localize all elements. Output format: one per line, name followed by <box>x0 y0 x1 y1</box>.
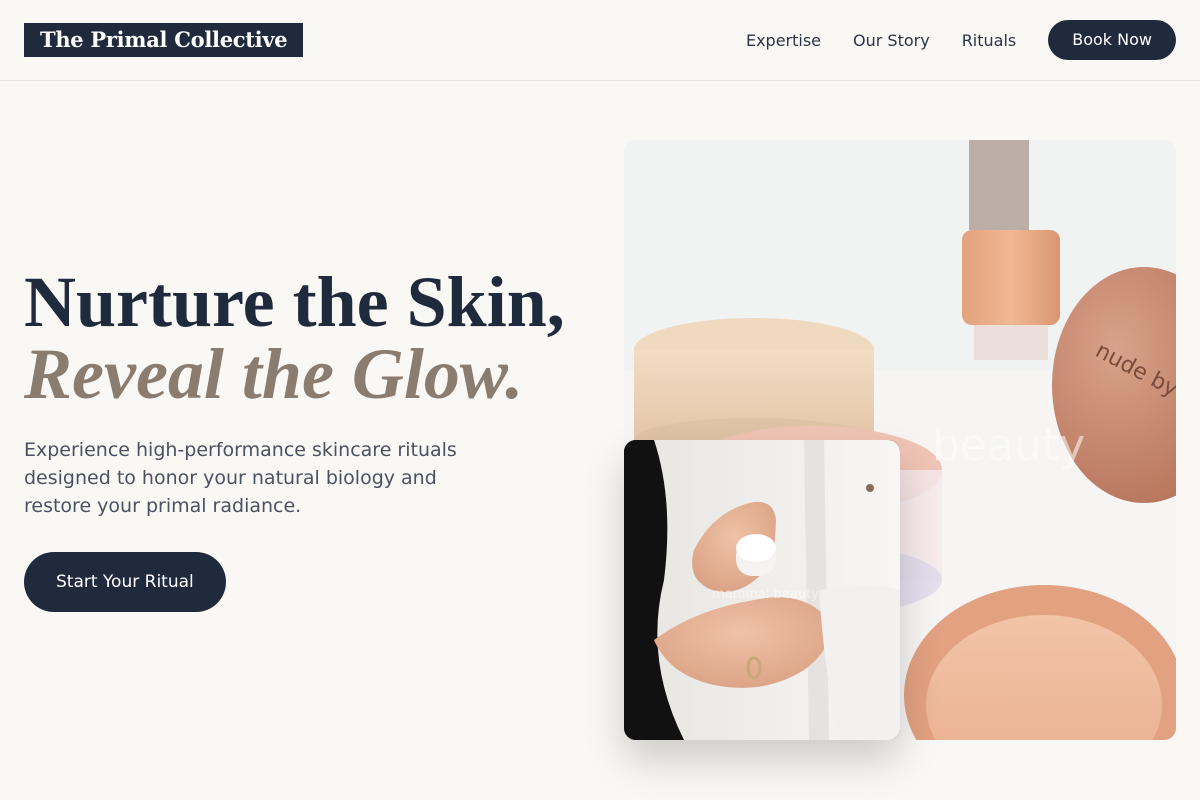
start-ritual-button[interactable]: Start Your Ritual <box>24 552 226 612</box>
nav-link-rituals[interactable]: Rituals <box>962 31 1017 50</box>
main-nav: Expertise Our Story Rituals Book Now <box>746 20 1176 60</box>
site-header: The Primal Collective Expertise Our Stor… <box>0 0 1200 81</box>
nav-link-our-story[interactable]: Our Story <box>853 31 930 50</box>
inset-watermark: mammal beauty <box>712 587 819 602</box>
hero-title-line-2: Reveal the Glow. <box>24 334 524 414</box>
main-watermark: beauty <box>932 420 1085 471</box>
hero-title-line-1: Nurture the Skin, <box>24 262 565 342</box>
nav-link-expertise[interactable]: Expertise <box>746 31 821 50</box>
hero-description: Experience high-performance skincare rit… <box>24 439 457 517</box>
hands-photo-illustration: mammal beauty <box>624 440 900 740</box>
brand-logo[interactable]: The Primal Collective <box>24 23 304 57</box>
hero-title: Nurture the Skin, Reveal the Glow. <box>24 266 565 410</box>
hands-application-photo: mammal beauty <box>624 440 900 740</box>
book-now-button[interactable]: Book Now <box>1048 20 1176 60</box>
